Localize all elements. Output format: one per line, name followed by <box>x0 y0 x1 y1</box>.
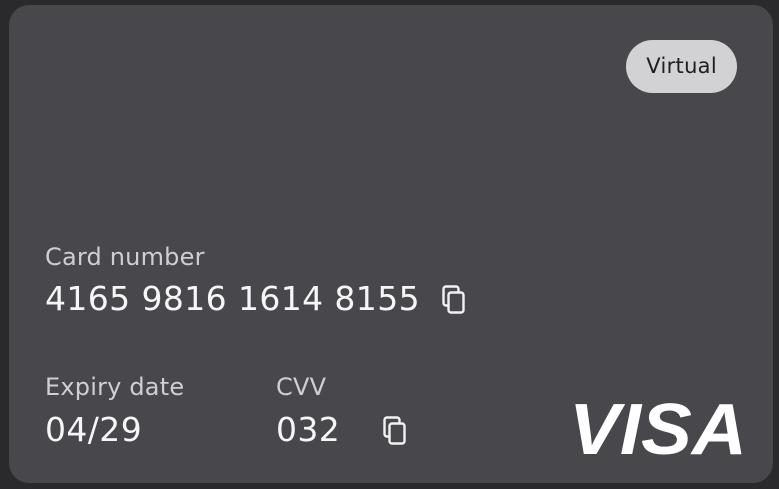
card-number-value: 4165 9816 1614 8155 <box>45 279 420 318</box>
virtual-badge: Virtual <box>626 40 737 93</box>
expiry-date-value: 04/29 <box>45 410 143 449</box>
virtual-card: Virtual Card number 4165 9816 1614 8155 … <box>9 5 773 483</box>
copy-icon <box>383 416 406 445</box>
cvv-value: 032 <box>276 410 341 449</box>
copy-card-number-button[interactable] <box>437 283 471 317</box>
visa-logo-text: VISA <box>569 399 747 457</box>
cvv-label: CVV <box>276 373 327 401</box>
card-number-label: Card number <box>45 243 205 271</box>
copy-icon <box>442 285 465 314</box>
copy-cvv-button[interactable] <box>378 414 412 448</box>
expiry-date-label: Expiry date <box>45 373 185 401</box>
visa-logo: VISA <box>569 399 747 457</box>
